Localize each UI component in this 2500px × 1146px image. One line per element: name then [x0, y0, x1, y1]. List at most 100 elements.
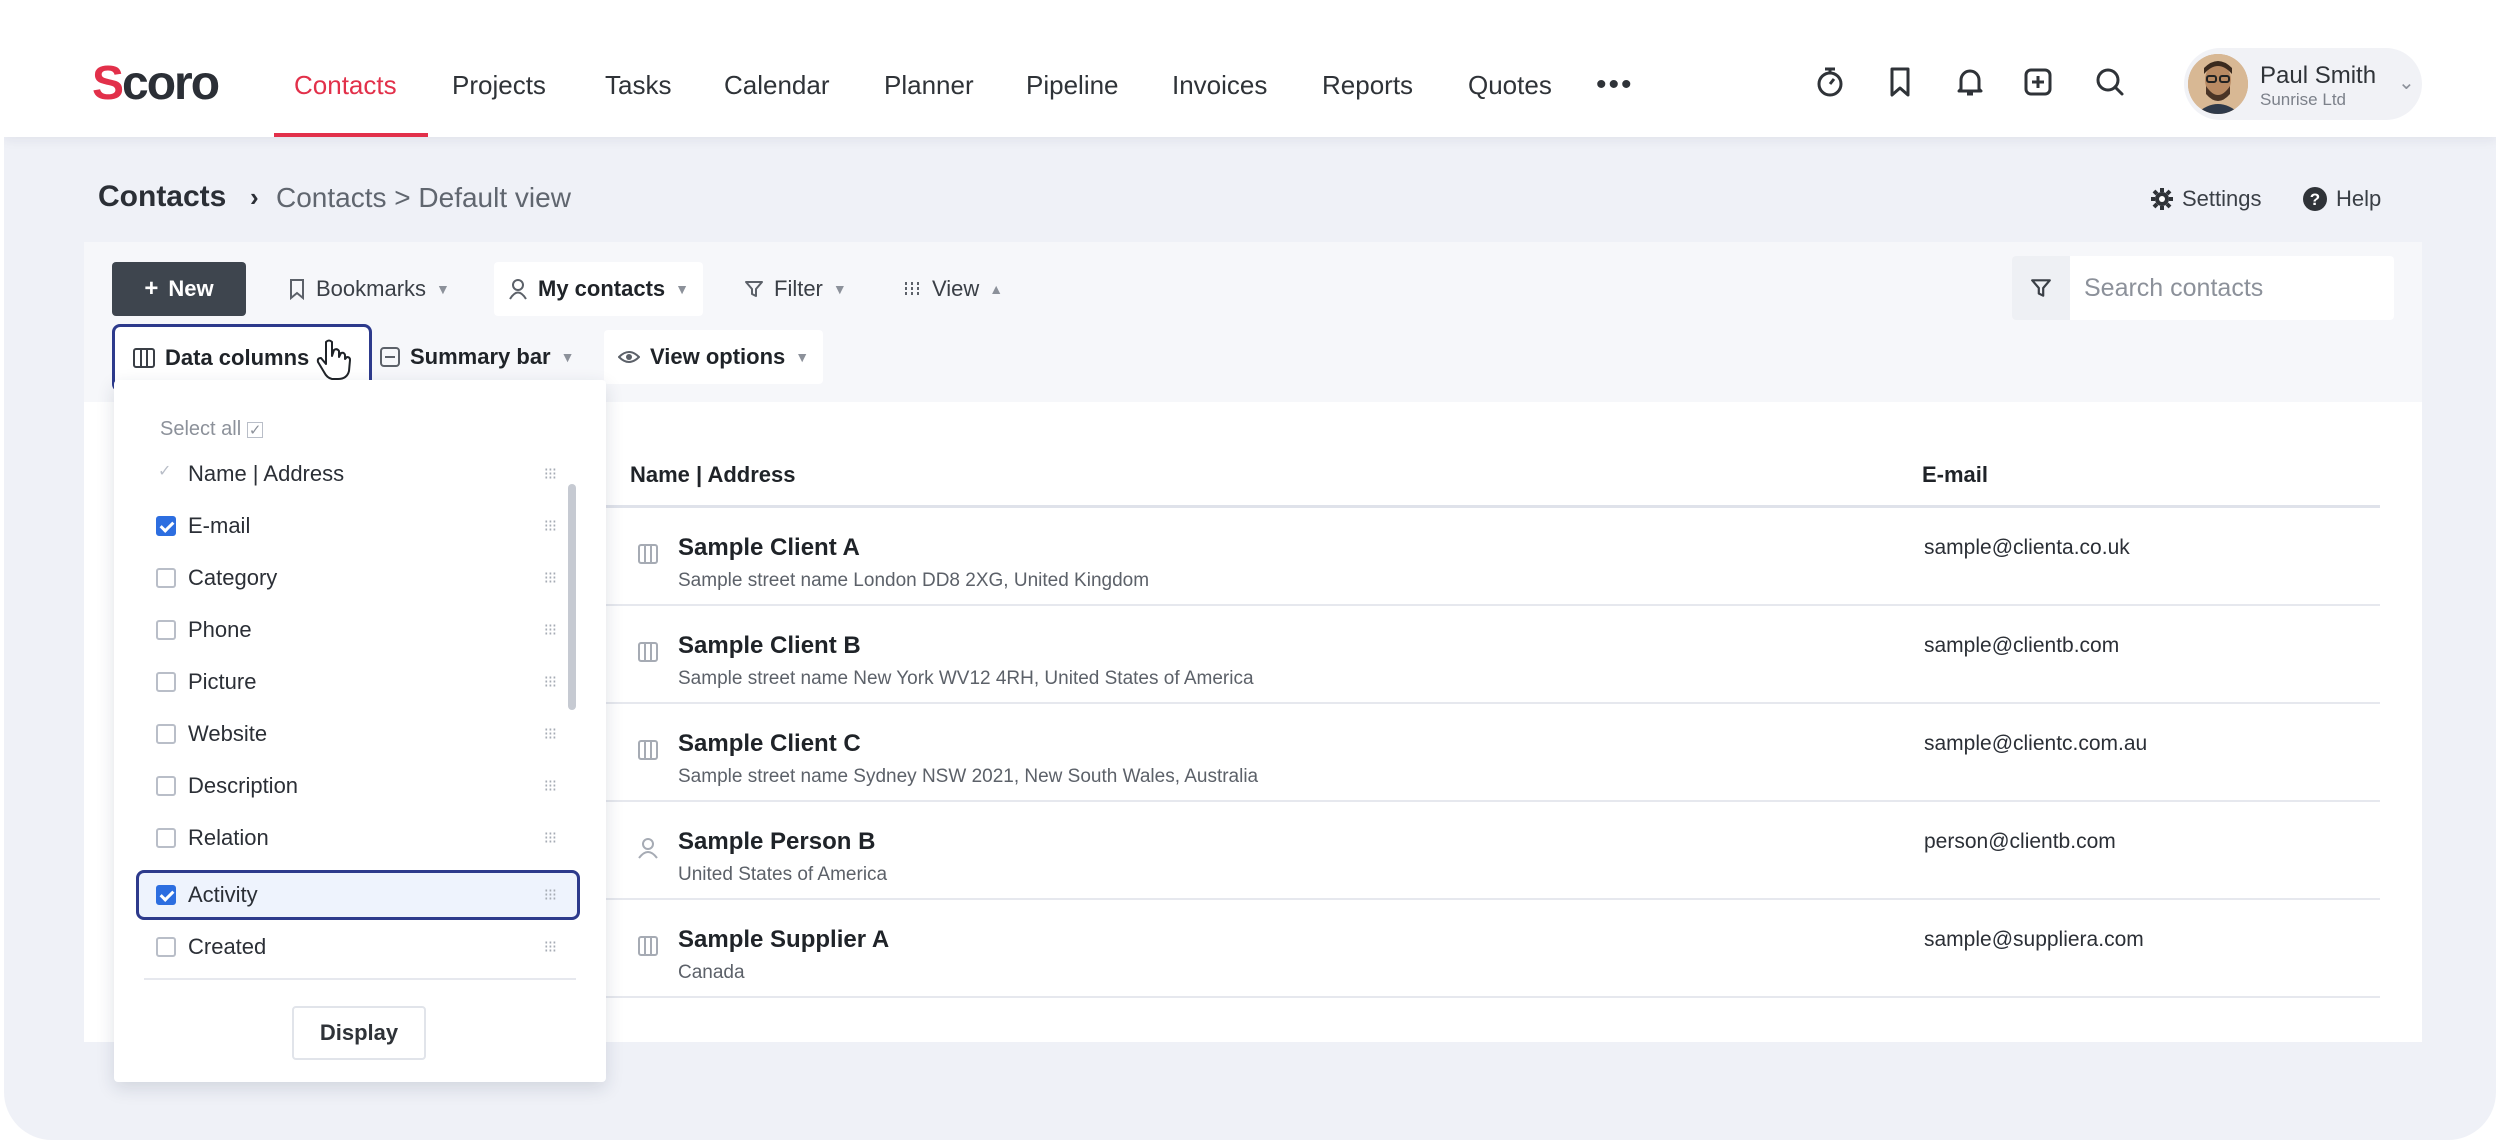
- my-contacts-label: My contacts: [538, 276, 666, 301]
- column-option-label: Created: [188, 934, 267, 959]
- checkbox[interactable]: [156, 937, 176, 957]
- contact-name[interactable]: Sample Person B: [678, 828, 875, 856]
- data-columns-dropdown: Select all ✓ Name | Address ⁝⁝⁝ E-mail ⁝…: [114, 380, 606, 1082]
- checkbox[interactable]: [156, 568, 176, 588]
- drag-handle-icon[interactable]: ⁝⁝⁝: [544, 828, 557, 848]
- checkbox[interactable]: [156, 776, 176, 796]
- checkbox[interactable]: [156, 885, 176, 905]
- checkbox[interactable]: [156, 828, 176, 848]
- nav-pipeline[interactable]: Pipeline: [1026, 70, 1119, 101]
- drag-handle-icon[interactable]: ⁝⁝⁝: [544, 937, 557, 957]
- contact-email[interactable]: sample@clientc.com.au: [1924, 732, 2147, 756]
- view-options-label: View options: [650, 344, 786, 369]
- plus-square-icon[interactable]: [2020, 64, 2056, 100]
- filter-icon: [745, 281, 763, 297]
- contact-name[interactable]: Sample Supplier A: [678, 926, 889, 954]
- drag-handle-icon[interactable]: ⁝⁝⁝: [544, 620, 557, 640]
- column-option-label: Website: [188, 721, 268, 746]
- nav-invoices[interactable]: Invoices: [1172, 70, 1267, 101]
- column-header-email[interactable]: E-mail: [1922, 462, 1988, 488]
- column-option-relation[interactable]: Relation ⁝⁝⁝: [156, 814, 557, 862]
- plus-icon: +: [144, 275, 159, 302]
- checkbox[interactable]: [156, 724, 176, 744]
- person-icon: [638, 838, 658, 859]
- column-option-description[interactable]: Description ⁝⁝⁝: [156, 762, 557, 810]
- settings-link[interactable]: Settings: [2150, 186, 2262, 212]
- drag-handle-icon[interactable]: ⁝⁝⁝: [544, 568, 557, 588]
- view-button[interactable]: View ▲: [888, 262, 1017, 316]
- contact-email[interactable]: sample@suppliera.com: [1924, 928, 2144, 952]
- search-input[interactable]: [2084, 270, 2384, 306]
- select-all-checkbox[interactable]: Select all ✓: [160, 418, 264, 441]
- drag-handle-icon[interactable]: ⁝⁝⁝: [544, 724, 557, 744]
- column-option-name-address: Name | Address ⁝⁝⁝: [156, 450, 557, 498]
- bell-icon[interactable]: [1952, 64, 1988, 100]
- contact-name[interactable]: Sample Client A: [678, 534, 860, 562]
- column-option-phone[interactable]: Phone ⁝⁝⁝: [156, 606, 557, 654]
- bookmark-icon[interactable]: [1882, 64, 1918, 100]
- contact-email[interactable]: sample@clienta.co.uk: [1924, 536, 2130, 560]
- bookmark-icon: [290, 279, 304, 300]
- drag-handle-icon[interactable]: ⁝⁝⁝: [544, 776, 557, 796]
- stopwatch-icon[interactable]: [1812, 64, 1848, 100]
- contact-name[interactable]: Sample Client B: [678, 632, 861, 660]
- nav-reports[interactable]: Reports: [1322, 70, 1413, 101]
- column-option-label: Relation: [188, 825, 269, 850]
- my-contacts-button[interactable]: My contacts ▼: [494, 262, 704, 316]
- column-header-name-address[interactable]: Name | Address: [630, 462, 796, 488]
- view-label: View: [932, 276, 980, 301]
- column-option-picture[interactable]: Picture ⁝⁝⁝: [156, 658, 557, 706]
- drag-handle-icon[interactable]: ⁝⁝⁝: [544, 672, 557, 692]
- filter-button[interactable]: Filter ▼: [730, 262, 861, 316]
- page-title[interactable]: Contacts: [98, 180, 226, 214]
- company-icon: [638, 544, 658, 564]
- checkbox[interactable]: [156, 672, 176, 692]
- breadcrumb: Contacts > Default view: [276, 182, 571, 213]
- table-row[interactable]: Sample Client A Sample street name Londo…: [606, 508, 2380, 606]
- nav-projects[interactable]: Projects: [452, 70, 546, 101]
- columns-icon: [133, 348, 155, 368]
- table-row[interactable]: Sample Client B Sample street name New Y…: [606, 606, 2380, 704]
- caret-down-icon: ▼: [795, 349, 810, 365]
- nav-calendar[interactable]: Calendar: [724, 70, 830, 101]
- column-option-email[interactable]: E-mail ⁝⁝⁝: [156, 502, 557, 550]
- app-frame: Scoro Contacts Projects Tasks Calendar P…: [4, 0, 2496, 1140]
- column-option-created[interactable]: Created ⁝⁝⁝: [156, 923, 557, 971]
- checkbox[interactable]: [156, 620, 176, 640]
- checkbox[interactable]: [156, 516, 176, 536]
- table-row[interactable]: Sample Supplier A Canada sample@supplier…: [606, 900, 2380, 998]
- scoro-logo[interactable]: Scoro: [92, 56, 220, 111]
- drag-handle-icon[interactable]: ⁝⁝⁝: [544, 885, 557, 905]
- search-filter-button[interactable]: [2012, 256, 2070, 320]
- active-tab-indicator: [274, 133, 428, 137]
- summary-bar-button[interactable]: Summary bar ▼: [366, 330, 588, 384]
- column-option-website[interactable]: Website ⁝⁝⁝: [156, 710, 557, 758]
- nav-tasks[interactable]: Tasks: [605, 70, 671, 101]
- column-option-category[interactable]: Category ⁝⁝⁝: [156, 554, 557, 602]
- user-menu[interactable]: Paul Smith Sunrise Ltd ⌄: [2184, 48, 2422, 120]
- column-option-label: Picture: [188, 669, 257, 694]
- locked-check-icon: [156, 461, 176, 484]
- view-options-button[interactable]: View options ▼: [604, 330, 824, 384]
- display-button[interactable]: Display: [292, 1006, 426, 1060]
- new-button[interactable]: + New: [112, 262, 246, 316]
- nav-planner[interactable]: Planner: [884, 70, 974, 101]
- drag-handle-icon[interactable]: ⁝⁝⁝: [544, 516, 557, 536]
- nav-more-button[interactable]: •••: [1596, 68, 1634, 102]
- svg-text:?: ?: [2310, 190, 2320, 209]
- nav-quotes[interactable]: Quotes: [1468, 70, 1552, 101]
- table-row[interactable]: Sample Client C Sample street name Sydne…: [606, 704, 2380, 802]
- bookmarks-button[interactable]: Bookmarks ▼: [274, 262, 464, 316]
- help-link[interactable]: ? Help: [2302, 186, 2381, 212]
- contact-address: Sample street name Sydney NSW 2021, New …: [678, 766, 1259, 787]
- table-row[interactable]: Sample Person B United States of America…: [606, 802, 2380, 900]
- contact-address: United States of America: [678, 864, 888, 885]
- nav-contacts[interactable]: Contacts: [294, 70, 397, 101]
- dropdown-scrollbar[interactable]: [568, 484, 576, 710]
- drag-handle-icon[interactable]: ⁝⁝⁝: [544, 464, 557, 484]
- contact-name[interactable]: Sample Client C: [678, 730, 861, 758]
- contact-email[interactable]: sample@clientb.com: [1924, 634, 2119, 658]
- contact-email[interactable]: person@clientb.com: [1924, 830, 2116, 854]
- search-icon[interactable]: [2092, 64, 2128, 100]
- column-option-activity[interactable]: Activity ⁝⁝⁝: [156, 871, 557, 919]
